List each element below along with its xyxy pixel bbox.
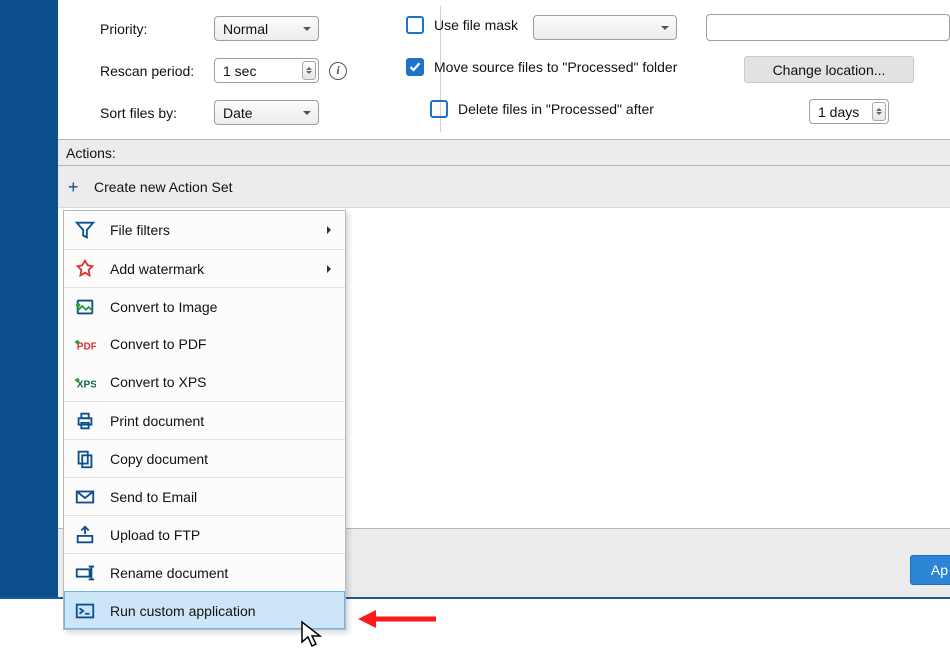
menu-label: Rename document [110, 565, 228, 581]
watermark-icon [72, 256, 98, 282]
movesrc-checkbox[interactable] [406, 58, 424, 76]
filemask-input[interactable] [706, 14, 950, 41]
menu-email[interactable]: Send to Email [64, 477, 345, 515]
check-icon [409, 61, 421, 73]
rescan-value: 1 sec [223, 63, 256, 79]
delete-days-spinner[interactable]: 1 days [809, 99, 889, 124]
apply-button[interactable]: Ap [910, 555, 950, 585]
image-icon [72, 294, 98, 320]
movesrc-label: Move source files to "Processed" folder [434, 59, 677, 75]
rescan-row: Rescan period: 1 sec i [100, 58, 347, 83]
sort-value: Date [223, 105, 253, 121]
menu-copy[interactable]: Copy document [64, 439, 345, 477]
sort-row: Sort files by: Date [100, 100, 319, 125]
menu-print[interactable]: Print document [64, 401, 345, 439]
movesrc-row: Move source files to "Processed" folder [406, 58, 677, 76]
menu-convert-pdf[interactable]: PDF Convert to PDF [64, 325, 345, 363]
apply-label: Ap [931, 562, 948, 578]
sort-label: Sort files by: [100, 105, 204, 121]
svg-text:PDF: PDF [77, 342, 96, 353]
spinner-buttons-icon[interactable] [302, 61, 316, 80]
priority-label: Priority: [100, 21, 204, 37]
menu-label: Copy document [110, 451, 208, 467]
menu-label: Add watermark [110, 261, 204, 277]
delete-days-value: 1 days [818, 104, 859, 120]
change-location-label: Change location... [773, 62, 886, 78]
menu-label: Convert to XPS [110, 374, 207, 390]
annotation-arrow-icon [358, 604, 438, 634]
menu-label: Run custom application [110, 603, 256, 619]
priority-select[interactable]: Normal [214, 16, 319, 41]
rename-icon [72, 560, 98, 586]
left-strip [0, 0, 58, 599]
menu-add-watermark[interactable]: Add watermark [64, 249, 345, 287]
actions-header: Actions: [66, 145, 116, 161]
filemask-select[interactable] [533, 15, 677, 40]
ftp-icon [72, 522, 98, 548]
priority-row: Priority: Normal [100, 16, 319, 41]
email-icon [72, 484, 98, 510]
usemask-label: Use file mask [434, 17, 518, 33]
menu-label: Upload to FTP [110, 527, 200, 543]
menu-label: Print document [110, 413, 204, 429]
funnel-icon [72, 217, 98, 243]
cursor-icon [300, 620, 324, 650]
usemask-row: Use file mask [406, 16, 518, 34]
action-menu[interactable]: File filters Add watermark Convert to Im… [63, 210, 346, 630]
copy-icon [72, 446, 98, 472]
submenu-arrow-icon [327, 265, 335, 273]
actions-header-bar: Actions: [58, 140, 950, 166]
pdf-icon: PDF [72, 331, 98, 357]
change-location-button[interactable]: Change location... [744, 56, 914, 83]
plus-icon: + [68, 178, 84, 196]
sort-select[interactable]: Date [214, 100, 319, 125]
printer-icon [72, 408, 98, 434]
menu-rename[interactable]: Rename document [64, 553, 345, 591]
info-icon[interactable]: i [329, 62, 347, 80]
deleteafter-label: Delete files in "Processed" after [458, 101, 654, 117]
menu-label: File filters [110, 222, 170, 238]
deleteafter-checkbox[interactable] [430, 100, 448, 118]
menu-file-filters[interactable]: File filters [64, 211, 345, 249]
rescan-label: Rescan period: [100, 63, 204, 79]
menu-convert-xps[interactable]: XPS Convert to XPS [64, 363, 345, 401]
xps-icon: XPS [72, 369, 98, 395]
rescan-spinner[interactable]: 1 sec [214, 58, 319, 83]
menu-ftp[interactable]: Upload to FTP [64, 515, 345, 553]
spinner-buttons-icon[interactable] [872, 102, 886, 121]
deleteafter-row: Delete files in "Processed" after [430, 100, 654, 118]
create-action-set-label: Create new Action Set [94, 179, 233, 195]
menu-label: Convert to Image [110, 299, 217, 315]
menu-convert-image[interactable]: Convert to Image [64, 287, 345, 325]
priority-value: Normal [223, 21, 268, 37]
settings-form: Priority: Normal Rescan period: 1 sec i … [58, 0, 950, 140]
menu-label: Send to Email [110, 489, 197, 505]
usemask-checkbox[interactable] [406, 16, 424, 34]
menu-label: Convert to PDF [110, 336, 206, 352]
svg-text:XPS: XPS [77, 380, 96, 391]
create-action-set-button[interactable]: + Create new Action Set [58, 166, 950, 208]
submenu-arrow-icon [327, 226, 335, 234]
terminal-icon [72, 598, 98, 624]
